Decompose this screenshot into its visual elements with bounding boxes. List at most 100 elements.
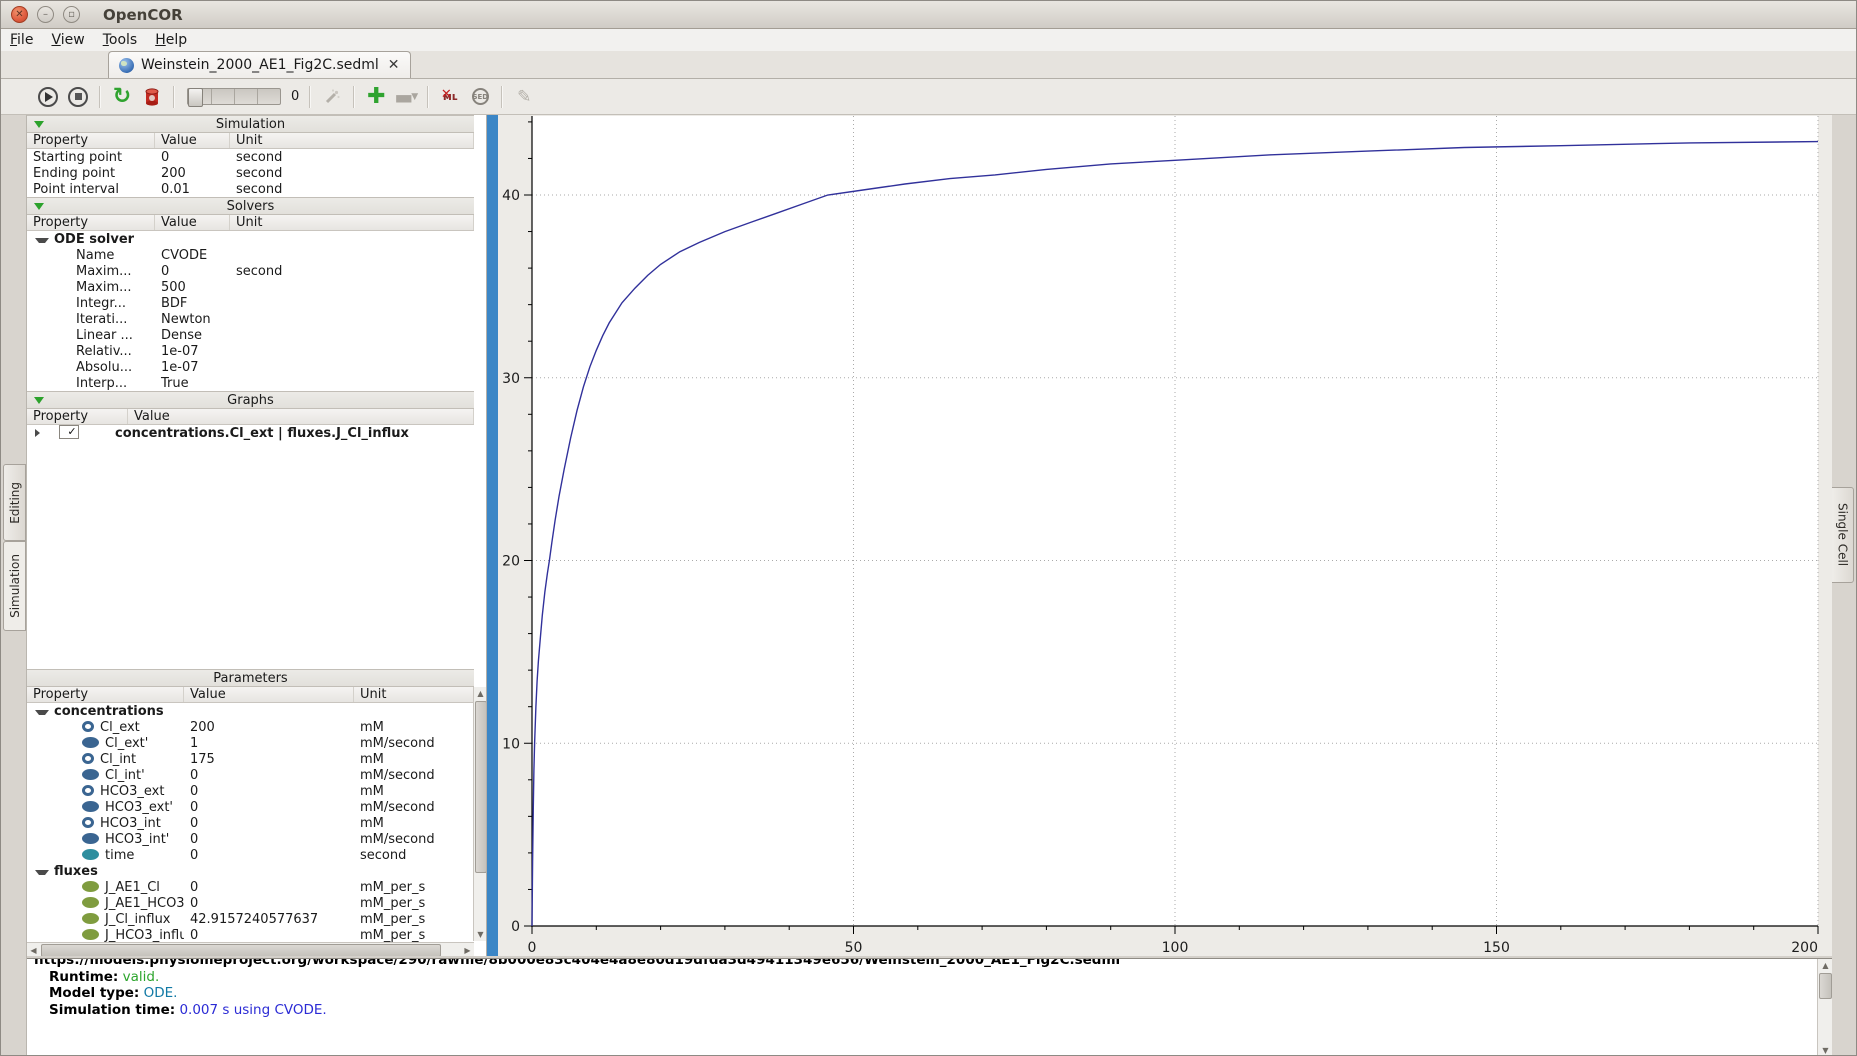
column-header[interactable]: PropertyValueUnit [27, 687, 474, 703]
reset-parameters-button[interactable]: ↻ [109, 84, 135, 110]
development-mode-button[interactable] [319, 84, 345, 110]
parameter-row[interactable]: J_AE1_HCO30mM_per_s [27, 895, 474, 911]
parameter-row[interactable]: Cl_int'0mM/second [27, 767, 474, 783]
parameter-row[interactable]: J_HCO3_influx0mM_per_s [27, 927, 474, 943]
column-header-cell[interactable]: Unit [230, 215, 474, 230]
scrollbar-thumb[interactable] [475, 701, 487, 873]
scroll-right-icon[interactable]: ▶ [461, 944, 474, 956]
expander-right-icon[interactable] [35, 429, 46, 437]
table-row[interactable]: Ending point200second [27, 165, 474, 181]
table-row[interactable]: Starting point0second [27, 149, 474, 165]
graph-label: concentrations.Cl_ext | fluxes.J_Cl_infl… [109, 426, 409, 441]
parameter-row[interactable]: time0second [27, 847, 474, 863]
graph-checkbox[interactable]: ✓ [59, 425, 79, 439]
table-row[interactable]: Linear ...Dense [27, 327, 474, 343]
column-header-cell[interactable]: Property [27, 687, 184, 702]
section-graphs[interactable]: Graphs [27, 391, 474, 409]
table-row[interactable]: Absolu...1e-07 [27, 359, 474, 375]
graph-panel[interactable]: 010203040050100150200 [498, 115, 1832, 956]
parameter-row[interactable]: J_Cl_influx42.9157240577637mM_per_s [27, 911, 474, 927]
panel-splitter-handle[interactable] [487, 115, 498, 956]
sedml-export-button[interactable]: SED [467, 84, 493, 110]
delay-slider[interactable] [187, 88, 281, 105]
table-row[interactable]: NameCVODE [27, 247, 474, 263]
tab-close-icon[interactable]: ✕ [388, 57, 400, 73]
parameter-row[interactable]: Cl_int175mM [27, 751, 474, 767]
expander-down-icon[interactable] [35, 238, 49, 243]
scroll-up-icon[interactable]: ▲ [474, 687, 487, 700]
graph-row[interactable]: ✓ concentrations.Cl_ext | fluxes.J_Cl_inf… [27, 425, 474, 441]
column-header[interactable]: PropertyValueUnit [27, 215, 474, 231]
parameter-row[interactable]: Cl_ext'1mM/second [27, 735, 474, 751]
close-window-button[interactable]: ✕ [11, 6, 28, 23]
table-row[interactable]: Maxim...500 [27, 279, 474, 295]
chevron-down-icon[interactable]: ▼ [411, 92, 418, 102]
menu-tools[interactable]: Tools [94, 30, 147, 50]
column-header-cell[interactable]: Value [184, 687, 354, 702]
scroll-down-icon[interactable]: ▼ [1819, 1044, 1832, 1056]
section-simulation[interactable]: Simulation [27, 115, 474, 133]
solver-group-row[interactable]: ODE solver [27, 231, 474, 247]
output-scrollbar[interactable]: ▲ ▼ [1817, 959, 1832, 1056]
view-tab-simulation[interactable]: Simulation [3, 541, 26, 631]
remove-graph-panel-button[interactable]: ▬▼ [393, 84, 419, 110]
table-row[interactable]: Iterati...Newton [27, 311, 474, 327]
cellml-export-button[interactable]: ᴍʟ [437, 84, 463, 110]
column-header-cell[interactable]: Value [155, 215, 230, 230]
column-header[interactable]: PropertyValue [27, 409, 474, 425]
collapse-arrow-icon[interactable] [34, 121, 44, 128]
parameter-group-row[interactable]: fluxes [27, 863, 474, 879]
scrollbar-thumb[interactable] [41, 944, 441, 956]
preferences-button[interactable]: ✎ [511, 84, 537, 110]
parameter-row[interactable]: HCO3_ext'0mM/second [27, 799, 474, 815]
table-row[interactable]: Interp...True [27, 375, 474, 391]
table-row[interactable]: Relativ...1e-07 [27, 343, 474, 359]
plot-canvas[interactable]: 010203040050100150200 [498, 115, 1832, 956]
view-tab-single-cell[interactable]: Single Cell [1831, 487, 1854, 583]
expander-down-icon[interactable] [35, 870, 49, 875]
scroll-up-icon[interactable]: ▲ [1819, 959, 1832, 972]
maximize-window-button[interactable]: ▫ [63, 6, 80, 23]
table-row[interactable]: Point interval0.01second [27, 181, 474, 197]
table-row[interactable]: Maxim...0second [27, 263, 474, 279]
x-tick-label: 0 [528, 940, 537, 956]
collapse-arrow-icon[interactable] [34, 397, 44, 404]
panel-hscrollbar[interactable]: ◀▶ [27, 942, 474, 956]
parameter-row[interactable]: HCO3_int0mM [27, 815, 474, 831]
parameter-row[interactable]: HCO3_int'0mM/second [27, 831, 474, 847]
run-simulation-button[interactable] [35, 84, 61, 110]
section-solvers[interactable]: Solvers [27, 197, 474, 215]
column-header-cell[interactable]: Property [27, 215, 155, 230]
column-header-cell[interactable]: Unit [354, 687, 474, 702]
column-header[interactable]: PropertyValueUnit [27, 133, 474, 149]
menu-view[interactable]: View [42, 30, 93, 50]
column-header-cell[interactable]: Property [27, 409, 128, 424]
parameter-row[interactable]: J_AE1_Cl0mM_per_s [27, 879, 474, 895]
column-header-cell[interactable]: Value [128, 409, 474, 424]
column-header-cell[interactable]: Value [155, 133, 230, 148]
parameters-scrollbar[interactable]: ▲▼ [473, 687, 486, 941]
parameter-row[interactable]: Cl_ext200mM [27, 719, 474, 735]
column-header-cell[interactable]: Property [27, 133, 155, 148]
table-row[interactable]: Integr...BDF [27, 295, 474, 311]
parameter-group-row[interactable]: concentrations [27, 703, 474, 719]
delay-slider-handle[interactable] [188, 88, 203, 107]
menu-file[interactable]: File [1, 30, 42, 50]
toolbar-separator [427, 86, 429, 108]
collapse-arrow-icon[interactable] [34, 203, 44, 210]
menu-help[interactable]: Help [146, 30, 196, 50]
file-tab[interactable]: Weinstein_2000_AE1_Fig2C.sedml ✕ [108, 51, 411, 78]
scrollbar-thumb[interactable] [1819, 973, 1832, 999]
scroll-down-icon[interactable]: ▼ [474, 928, 487, 941]
add-graph-panel-button[interactable]: ✚ [363, 84, 389, 110]
scroll-left-icon[interactable]: ◀ [27, 944, 40, 956]
clear-simulation-data-button[interactable] [139, 84, 165, 110]
stop-simulation-button[interactable] [65, 84, 91, 110]
minimize-window-button[interactable]: – [37, 6, 54, 23]
expander-down-icon[interactable] [35, 710, 49, 715]
runtime-value: valid. [123, 969, 160, 985]
section-parameters[interactable]: Parameters [27, 669, 474, 687]
parameter-row[interactable]: HCO3_ext0mM [27, 783, 474, 799]
view-tab-editing[interactable]: Editing [3, 464, 26, 541]
column-header-cell[interactable]: Unit [230, 133, 474, 148]
